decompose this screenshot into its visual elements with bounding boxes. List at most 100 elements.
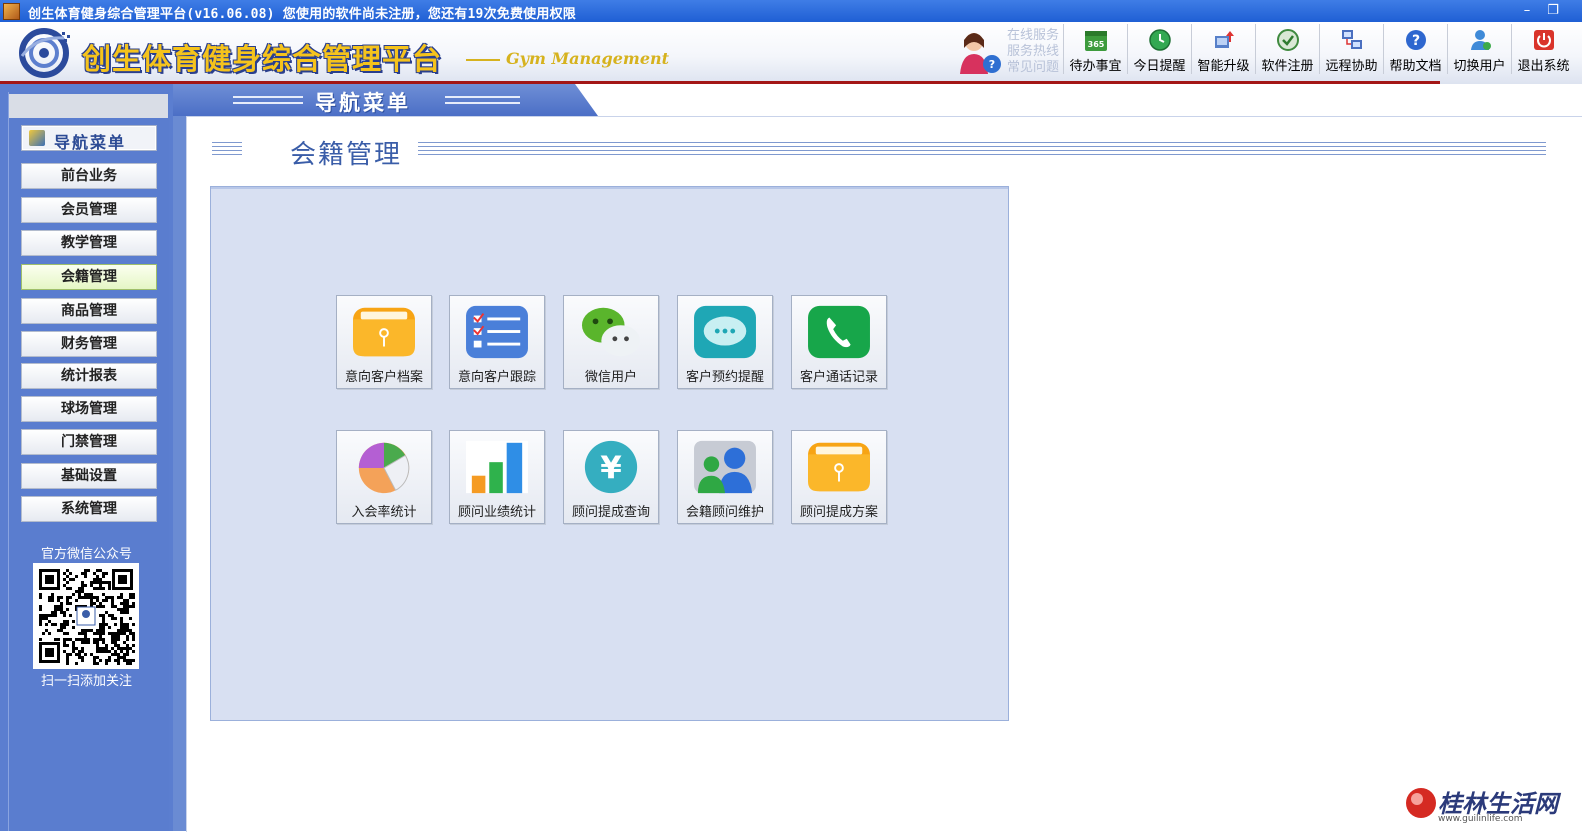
nav-strip-line [233, 102, 303, 104]
todo-button[interactable]: 365 待办事宜 [1063, 24, 1127, 74]
bar-chart-icon [466, 440, 528, 494]
wechat-icon [581, 307, 641, 357]
sidebar-item[interactable]: 财务管理 [21, 331, 157, 357]
pie-chart-icon [358, 442, 410, 494]
today-reminder-label: 今日提醒 [1133, 59, 1186, 74]
brand-subtitle-text: Gym Management [506, 49, 670, 68]
sidebar-nav-header-label: 导航菜单 [54, 133, 127, 152]
module-tile-label: 顾问业绩统计 [457, 505, 536, 520]
smart-upgrade-label: 智能升级 [1197, 59, 1250, 74]
module-tile-label: 入会率统计 [351, 505, 417, 520]
service-hotline-link[interactable]: 服务热线 [1007, 44, 1059, 60]
sidebar-item[interactable]: 会员管理 [21, 197, 157, 223]
sidebar-nav-header: 导航菜单 [21, 125, 157, 152]
help-doc-button[interactable]: ? 帮助文档 [1383, 24, 1447, 74]
software-register-label: 软件注册 [1261, 59, 1314, 74]
title-rule-right [418, 142, 1546, 158]
switch-user-button[interactable]: 切换用户 [1447, 24, 1511, 74]
qr-caption: 官方微信公众号 [40, 547, 132, 562]
sidebar-item[interactable]: 前台业务 [21, 163, 157, 189]
sidebar-top-pad [9, 94, 168, 118]
online-service-link[interactable]: 在线服务 [1007, 28, 1059, 44]
module-tile[interactable]: 意向客户档案 [336, 295, 432, 389]
folder-icon [353, 307, 415, 357]
logo-icon [19, 28, 70, 78]
yuan-icon: ¥ [584, 440, 638, 494]
svg-text:365: 365 [1088, 40, 1105, 49]
module-tile-label: 微信用户 [584, 370, 637, 385]
customer-service-icon[interactable]: ? [958, 28, 1004, 76]
sidebar-item[interactable]: 教学管理 [21, 230, 157, 256]
module-tile-label: 顾问提成方案 [799, 505, 878, 520]
sidebar-item[interactable]: 会籍管理 [21, 264, 157, 290]
power-icon [1534, 30, 1554, 50]
checklist-icon [466, 305, 528, 359]
restore-button[interactable]: ❐ [1542, 3, 1564, 19]
app-icon [3, 3, 20, 20]
minimize-button[interactable]: – [1516, 3, 1538, 19]
module-tile[interactable]: ¥ 顾问提成查询 [563, 430, 659, 524]
exit-system-button[interactable]: 退出系统 [1511, 24, 1575, 74]
remote-assist-button[interactable]: 远程协助 [1319, 24, 1383, 74]
folder-icon [808, 442, 870, 492]
watermark: 桂林生活网 www.guilinlife.com [1404, 782, 1574, 826]
faq-link[interactable]: 常见问题 [1007, 60, 1059, 76]
app-header: 创生体育健身综合管理平台 Gym Management ? 在线服务 服务热线 … [0, 22, 1582, 84]
nav-strip: 导航菜单 [173, 84, 1582, 116]
chat-bubble-icon [694, 305, 756, 359]
module-tile-label: 会籍顾问维护 [685, 505, 764, 520]
qr-subcaption: 扫一扫添加关注 [40, 674, 132, 689]
module-panel-topline [211, 187, 1008, 189]
module-tile[interactable]: 入会率统计 [336, 430, 432, 524]
module-tile-label: 意向客户跟踪 [457, 370, 536, 385]
remote-assist-icon [1342, 30, 1362, 49]
help-doc-label: 帮助文档 [1389, 59, 1442, 74]
nav-strip-line [233, 96, 303, 98]
brand-subtitle: Gym Management [466, 49, 669, 68]
nav-strip-line [445, 102, 520, 104]
svg-text:?: ? [1412, 33, 1420, 49]
module-tile[interactable]: 顾问业绩统计 [449, 430, 545, 524]
nav-menu-icon [29, 130, 45, 146]
nav-strip-title: 导航菜单 [315, 91, 411, 115]
svg-text:¥: ¥ [600, 451, 622, 487]
module-tile[interactable]: 微信用户 [563, 295, 659, 389]
module-tile[interactable]: 客户通话记录 [791, 295, 887, 389]
brand-title: 创生体育健身综合管理平台 [82, 42, 443, 76]
module-tile[interactable]: 会籍顾问维护 [677, 430, 773, 524]
nav-strip-line [445, 96, 520, 98]
module-tile[interactable]: 顾问提成方案 [791, 430, 887, 524]
svg-text:?: ? [989, 58, 995, 71]
module-tile[interactable]: 意向客户跟踪 [449, 295, 545, 389]
register-icon [1277, 29, 1299, 51]
page-title: 会籍管理 [290, 140, 403, 170]
today-reminder-button[interactable]: 今日提醒 [1127, 24, 1191, 74]
sidebar-item[interactable]: 商品管理 [21, 298, 157, 324]
content-left-band [173, 116, 186, 831]
service-links: 在线服务 服务热线 常见问题 [1007, 28, 1059, 76]
watermark-url: www.guilinlife.com [1438, 814, 1523, 824]
sidebar-item[interactable]: 球场管理 [21, 396, 157, 422]
exit-system-label: 退出系统 [1517, 59, 1570, 74]
watermark-logo-icon [1406, 788, 1436, 818]
upgrade-icon [1215, 31, 1234, 48]
smart-upgrade-button[interactable]: 智能升级 [1191, 24, 1255, 74]
module-tile-label: 意向客户档案 [344, 370, 423, 385]
software-register-button[interactable]: 软件注册 [1255, 24, 1319, 74]
users-icon [694, 440, 756, 494]
module-tile-label: 客户通话记录 [799, 370, 878, 385]
window-title: 创生体育健身综合管理平台(v16.06.08) 您使用的软件尚未注册，您还有19… [28, 7, 576, 22]
help-icon: ? [1406, 30, 1426, 50]
switch-user-icon [1471, 30, 1491, 50]
sidebar-item[interactable]: 系统管理 [21, 496, 157, 522]
sidebar-item[interactable]: 基础设置 [21, 463, 157, 489]
switch-user-label: 切换用户 [1453, 59, 1506, 74]
module-tile[interactable]: 客户预约提醒 [677, 295, 773, 389]
title-rule-left [212, 142, 242, 158]
phone-icon [808, 305, 870, 359]
module-tile-label: 客户预约提醒 [685, 370, 764, 385]
sidebar-item[interactable]: 门禁管理 [21, 429, 157, 455]
remote-assist-label: 远程协助 [1325, 59, 1378, 74]
clock-icon [1149, 29, 1171, 51]
sidebar-item[interactable]: 统计报表 [21, 363, 157, 389]
